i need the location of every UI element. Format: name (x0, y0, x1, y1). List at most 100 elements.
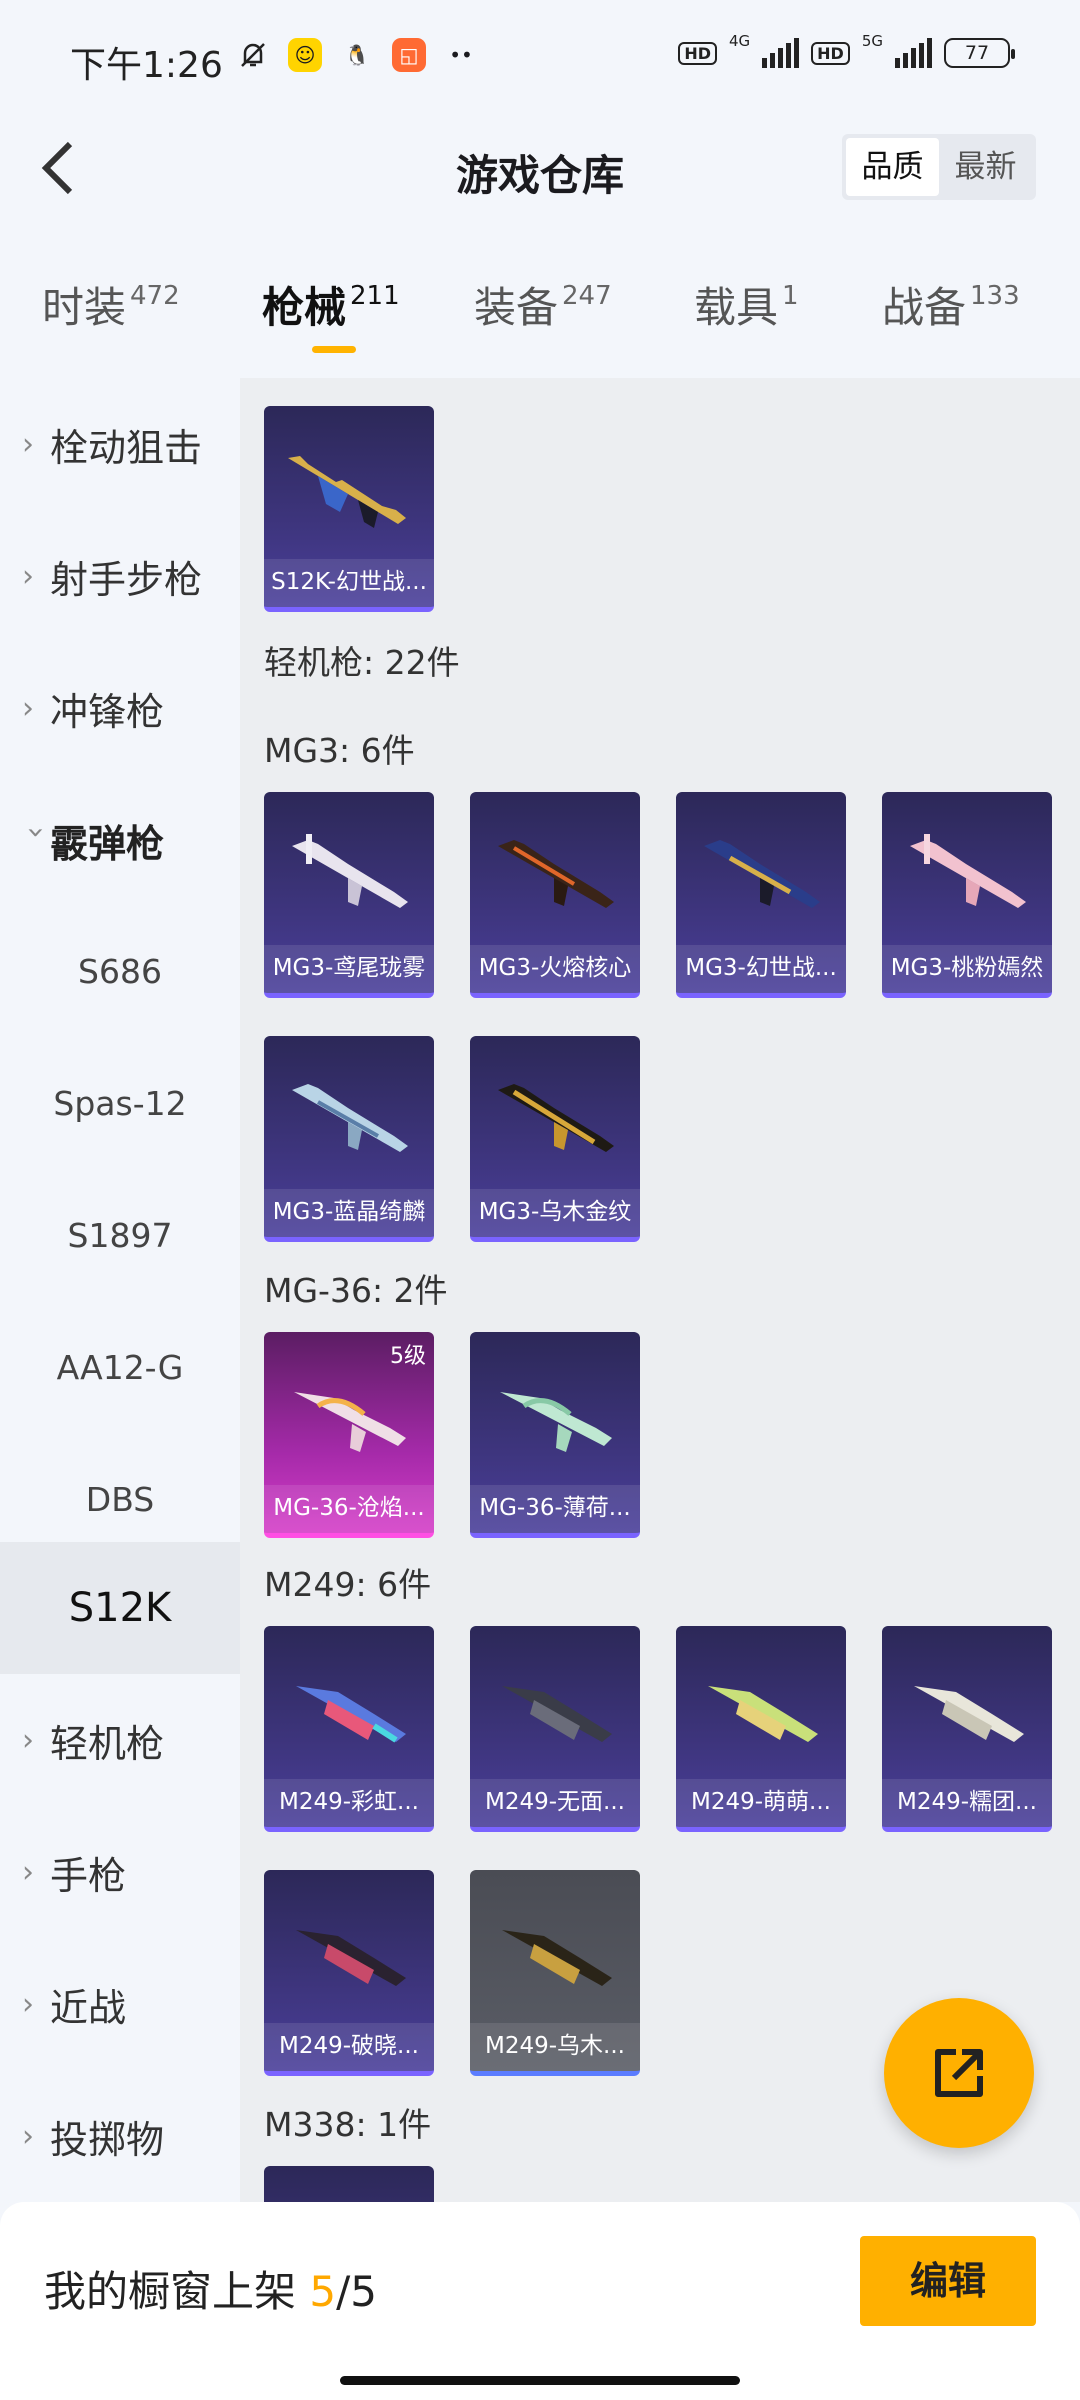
sidebar: › 栓动狙击 › 射手步枪 › 冲锋枪 › 霰弹枪 S686 Spas-12 S1897… (0, 378, 240, 2202)
chevron-right-icon: › (22, 1986, 34, 2022)
tab-count: 472 (130, 281, 180, 311)
weapon-card[interactable]: MG3-鸢尾珑雾 (264, 792, 434, 998)
weapon-card-name: S12K-幻世战... (264, 559, 434, 607)
section-title-lmg: 轻机枪: 22件 (264, 643, 460, 682)
sidebar-item-label: 栓动狙击 (50, 425, 203, 470)
tab-firearms[interactable]: 枪械 211 (262, 274, 400, 335)
tab-equipment[interactable]: 装备 247 (474, 274, 612, 335)
weapon-card[interactable]: M249-无面... (470, 1626, 640, 1832)
weapon-card[interactable]: MG3-火熔核心 (470, 792, 640, 998)
active-tab-indicator (312, 346, 356, 353)
weapon-card[interactable]: M249-乌木... (470, 1870, 640, 2076)
chevron-right-icon: › (22, 2118, 34, 2154)
weapon-card[interactable]: M249-破晓... (264, 1870, 434, 2076)
weapon-image-icon (502, 1930, 612, 1986)
weapon-card[interactable]: M249-萌萌... (676, 1626, 846, 1832)
weapon-card[interactable]: MG-36-薄荷... (470, 1332, 640, 1538)
weapon-card-name: MG3-鸢尾珑雾 (264, 945, 434, 993)
weapon-image-icon (708, 1686, 818, 1742)
sidebar-sub-spas12[interactable]: Spas-12 (0, 1038, 240, 1170)
weapon-card[interactable]: M249-糯团... (882, 1626, 1052, 1832)
sidebar-item-throwables[interactable]: › 投掷物 (0, 2070, 240, 2202)
battery-icon: 77 (944, 38, 1015, 68)
section-title-m249: M249: 6件 (264, 1565, 432, 1604)
sidebar-item-melee[interactable]: › 近战 (0, 1938, 240, 2070)
sidebar-item-lmg[interactable]: › 轻机枪 (0, 1674, 240, 1806)
sidebar-sub-aa12g[interactable]: AA12-G (0, 1302, 240, 1434)
weapon-card[interactable]: MG3-乌木金纹 (470, 1036, 640, 1242)
tab-supplies[interactable]: 战备 133 (882, 274, 1020, 335)
home-indicator[interactable] (340, 2376, 740, 2385)
weapon-image-icon (704, 840, 820, 908)
weapon-card-name: MG-36-薄荷... (470, 1485, 640, 1533)
shelf-current-count: 5 (309, 2267, 337, 2316)
item-grid: S12K-幻世战... 轻机枪: 22件 MG3: 6件 MG3-鸢尾珑雾 MG… (240, 378, 1080, 2202)
weapon-image-icon (292, 1084, 408, 1152)
tab-vehicles[interactable]: 载具 1 (694, 274, 799, 335)
sort-latest-button[interactable]: 最新 (939, 138, 1032, 196)
shop-app-icon: ◱ (392, 38, 426, 72)
weapon-card[interactable]: 5级 MG-36-沧焰... (264, 1332, 434, 1538)
weapon-card[interactable]: MG3-桃粉嫣然 (882, 792, 1052, 998)
sidebar-item-label: 手枪 (50, 1853, 127, 1898)
edit-button[interactable]: 编辑 (860, 2236, 1036, 2326)
weapon-card-name: M249-萌萌... (676, 1779, 846, 1827)
sidebar-sub-s1897[interactable]: S1897 (0, 1170, 240, 1302)
bottom-bar: 我的橱窗上架 5/5 编辑 (0, 2202, 1080, 2400)
weapon-card-name: M249-破晓... (264, 2023, 434, 2071)
tab-fashion[interactable]: 时装 472 (42, 274, 180, 335)
weapon-image-icon (502, 1686, 612, 1742)
chevron-right-icon: › (22, 1854, 34, 1890)
chevron-right-icon: › (22, 690, 34, 726)
weapon-card-name: MG3-桃粉嫣然 (882, 945, 1052, 993)
chevron-right-icon: › (22, 426, 34, 462)
network-5g-label: 5G (861, 32, 883, 50)
app-notification-icon: ☺ (288, 38, 322, 72)
tab-count: 133 (970, 281, 1020, 311)
more-icon: •• (449, 43, 473, 67)
sidebar-item-label: 轻机枪 (50, 1721, 165, 1766)
sidebar-item-pistol[interactable]: › 手枪 (0, 1806, 240, 1938)
sidebar-item-shotgun[interactable]: › 霰弹枪 (0, 774, 240, 906)
sidebar-item-bolt-sniper[interactable]: › 栓动狙击 (0, 378, 240, 510)
status-bar: 下午1:26 ☺ 🐧 ◱ •• HD 4G HD 5G 77 (0, 0, 1080, 118)
sidebar-item-smg[interactable]: › 冲锋枪 (0, 642, 240, 774)
sidebar-item-label: 投掷物 (50, 2117, 165, 2162)
weapon-card-name: MG3-幻世战... (676, 945, 846, 993)
sidebar-sub-s686[interactable]: S686 (0, 906, 240, 1038)
weapon-card[interactable]: MG3-幻世战... (676, 792, 846, 998)
weapon-card-name: M249-无面... (470, 1779, 640, 1827)
sidebar-sub-s12k[interactable]: S12K (0, 1542, 240, 1674)
weapon-card-name: MG3-火熔核心 (470, 945, 640, 993)
tab-label: 枪械 (262, 283, 347, 332)
chevron-right-icon: › (22, 1722, 34, 1758)
tab-label: 时装 (42, 283, 127, 332)
bell-off-icon (236, 38, 270, 72)
weapon-card[interactable]: M249-彩虹... (264, 1626, 434, 1832)
sort-quality-button[interactable]: 品质 (846, 138, 939, 196)
sidebar-item-marksman[interactable]: › 射手步枪 (0, 510, 240, 642)
sidebar-item-label: 射手步枪 (50, 557, 203, 602)
weapon-card[interactable] (264, 2166, 434, 2202)
share-fab-button[interactable] (884, 1998, 1034, 2148)
weapon-card-name: M249-糯团... (882, 1779, 1052, 1827)
weapon-card[interactable]: MG3-蓝晶绮麟 (264, 1036, 434, 1242)
weapon-image-icon (292, 834, 408, 908)
sort-toggle: 品质 最新 (842, 134, 1036, 200)
signal-icon (762, 38, 800, 68)
weapon-card-name: M249-乌木... (470, 2023, 640, 2071)
weapon-card[interactable]: S12K-幻世战... (264, 406, 434, 612)
tab-label: 装备 (474, 283, 559, 332)
chevron-right-icon: › (22, 558, 34, 594)
weapon-image-icon (498, 840, 614, 908)
tab-label: 载具 (694, 283, 779, 332)
weapon-image-icon (500, 1392, 612, 1452)
weapon-image-icon (296, 1686, 406, 1743)
hd-icon: HD (678, 41, 717, 65)
sidebar-item-label: 冲锋枪 (50, 689, 165, 734)
tab-count: 1 (782, 281, 799, 311)
tab-count: 247 (562, 281, 612, 311)
hd-icon-2: HD (811, 41, 850, 65)
weapon-image-icon (914, 1686, 1024, 1742)
section-title-mg36: MG-36: 2件 (264, 1271, 448, 1310)
